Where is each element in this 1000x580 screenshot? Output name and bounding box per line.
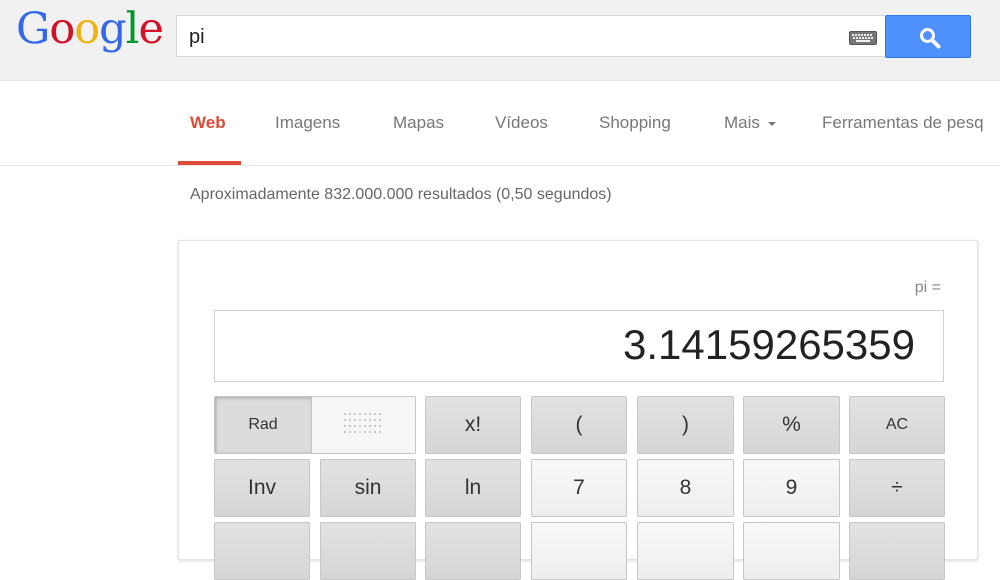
search-box (176, 15, 885, 57)
close-paren-button[interactable]: ) (637, 396, 734, 454)
logo-letter: o (49, 4, 75, 54)
deg-button[interactable] (311, 397, 415, 453)
logo-letter: o (74, 4, 100, 54)
header: Google (0, 0, 1000, 81)
search-tabs: Web Imagens Mapas Vídeos Shopping Mais F… (0, 81, 1000, 166)
tab-ferramentas[interactable]: Ferramentas de pesq (822, 81, 984, 165)
tab-mais-label: Mais (724, 113, 760, 132)
calculator-key-partial[interactable] (849, 522, 945, 580)
active-tab-indicator (178, 161, 241, 165)
inverse-button[interactable]: Inv (214, 459, 310, 517)
digit-9-button[interactable]: 9 (743, 459, 840, 517)
logo-letter: e (138, 4, 163, 54)
caret-down-icon (767, 121, 776, 126)
logo-letter: l (125, 4, 140, 54)
search-icon (920, 28, 941, 49)
keyboard-icon[interactable] (849, 31, 877, 45)
calculator-key-partial[interactable] (531, 522, 627, 580)
all-clear-button[interactable]: AC (849, 396, 945, 454)
digit-7-button[interactable]: 7 (531, 459, 627, 517)
calculator-key-partial[interactable] (743, 522, 840, 580)
rad-button[interactable]: Rad (215, 397, 311, 453)
sin-button[interactable]: sin (320, 459, 416, 517)
calculator: pi = 3.14159265359 Rad x! ( ) % AC Inv s… (178, 240, 978, 580)
logo-letter: G (16, 4, 50, 54)
tab-mapas[interactable]: Mapas (393, 81, 444, 165)
tab-web[interactable]: Web (190, 81, 226, 165)
calculator-result: 3.14159265359 (623, 321, 915, 368)
calculator-key-partial[interactable] (425, 522, 521, 580)
calculator-key-partial[interactable] (637, 522, 734, 580)
search-button[interactable] (885, 15, 971, 58)
result-stats: Aproximadamente 832.000.000 resultados (… (190, 186, 612, 203)
search-input[interactable] (189, 24, 829, 50)
tab-mais[interactable]: Mais (724, 81, 776, 165)
dots-icon (344, 413, 381, 433)
divide-button[interactable]: ÷ (849, 459, 945, 517)
open-paren-button[interactable]: ( (531, 396, 627, 454)
calculator-key-partial[interactable] (320, 522, 416, 580)
angle-mode-toggle: Rad (214, 396, 416, 454)
calculator-key-partial[interactable] (214, 522, 310, 580)
tab-videos[interactable]: Vídeos (495, 81, 548, 165)
google-logo[interactable]: Google (16, 4, 164, 54)
calculator-expression: pi = (914, 279, 941, 296)
percent-button[interactable]: % (743, 396, 840, 454)
logo-letter: g (99, 4, 127, 54)
tab-shopping[interactable]: Shopping (599, 81, 671, 165)
calculator-display: 3.14159265359 (214, 310, 944, 382)
ln-button[interactable]: ln (425, 459, 521, 517)
factorial-button[interactable]: x! (425, 396, 521, 454)
digit-8-button[interactable]: 8 (637, 459, 734, 517)
tab-imagens[interactable]: Imagens (275, 81, 340, 165)
